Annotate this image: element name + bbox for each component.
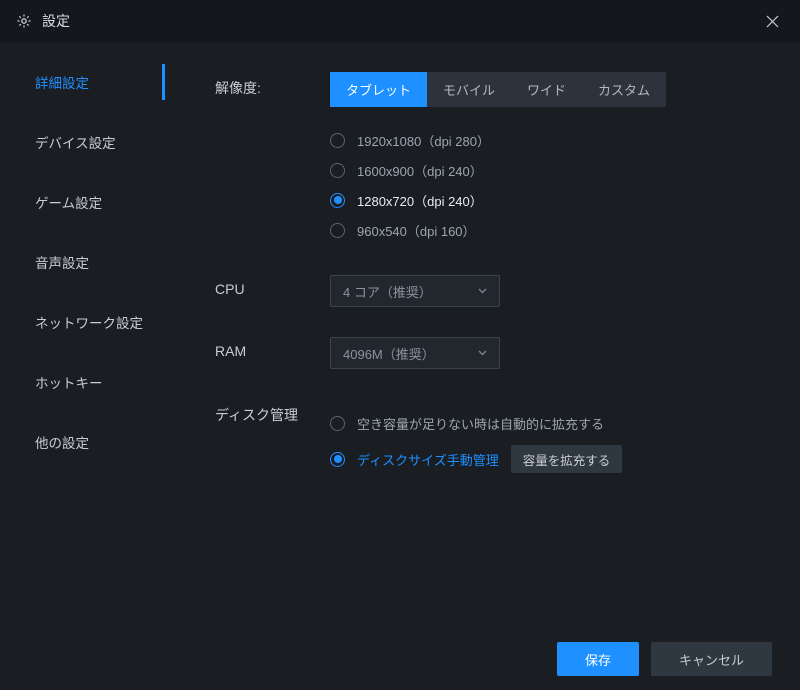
disk-options: 空き容量が足りない時は自動的に拡充するディスクサイズ手動管理容量を拡充する [330,405,780,477]
resolution-tabs: タブレットモバイルワイドカスタム [330,72,666,107]
resolution-option-2[interactable]: 1280x720（dpi 240） [330,185,780,215]
chevron-down-icon [477,286,487,296]
disk-label: ディスク管理 [215,399,330,477]
close-button[interactable] [760,9,784,33]
cpu-label: CPU [215,275,330,307]
sidebar-item-label: ホットキー [35,372,103,392]
sidebar-item-5[interactable]: ホットキー [0,352,165,412]
radio-label: 空き容量が足りない時は自動的に拡充する [357,414,604,433]
cpu-select[interactable]: 4 コア（推奨） [330,275,500,307]
footer: 保存 キャンセル [0,628,800,690]
resolution-tab-3[interactable]: カスタム [582,72,666,107]
resolution-option-1[interactable]: 1600x900（dpi 240） [330,155,780,185]
gear-icon [16,13,32,29]
radio-label: ディスクサイズ手動管理 [357,450,499,469]
sidebar-item-label: ゲーム設定 [35,192,102,212]
main-panel: 解像度: タブレットモバイルワイドカスタム 1920x1080（dpi 280）… [165,42,800,628]
ram-select[interactable]: 4096M（推奨） [330,337,500,369]
sidebar-item-label: デバイス設定 [35,132,116,152]
resolution-tab-1[interactable]: モバイル [427,72,511,107]
radio-icon [330,193,345,208]
radio-label: 1280x720（dpi 240） [357,191,483,210]
sidebar-item-label: 他の設定 [35,432,89,452]
sidebar-item-1[interactable]: デバイス設定 [0,112,165,172]
expand-disk-button[interactable]: 容量を拡充する [511,445,623,473]
save-button[interactable]: 保存 [557,642,639,676]
chevron-down-icon [477,348,487,358]
titlebar: 設定 [0,0,800,42]
sidebar-item-0[interactable]: 詳細設定 [0,52,165,112]
sidebar-item-label: ネットワーク設定 [35,312,143,332]
resolution-tab-2[interactable]: ワイド [511,72,582,107]
cancel-button[interactable]: キャンセル [651,642,772,676]
radio-icon [330,133,345,148]
radio-icon [330,452,345,467]
resolution-options: 1920x1080（dpi 280） 1600x900（dpi 240） 1280x… [330,125,780,245]
resolution-option-0[interactable]: 1920x1080（dpi 280） [330,125,780,155]
ram-select-value: 4096M（推奨） [343,344,435,363]
disk-option-1[interactable]: ディスクサイズ手動管理容量を拡充する [330,441,780,477]
radio-label: 1600x900（dpi 240） [357,161,483,180]
radio-icon [330,163,345,178]
radio-icon [330,223,345,238]
sidebar-item-label: 音声設定 [35,252,89,272]
resolution-tab-0[interactable]: タブレット [330,72,427,107]
radio-icon [330,416,345,431]
radio-label: 960x540（dpi 160） [357,221,476,240]
sidebar-item-label: 詳細設定 [35,72,89,92]
sidebar-item-6[interactable]: 他の設定 [0,412,165,472]
sidebar-item-3[interactable]: 音声設定 [0,232,165,292]
resolution-option-3[interactable]: 960x540（dpi 160） [330,215,780,245]
cpu-select-value: 4 コア（推奨） [343,282,432,301]
resolution-label: 解像度: [215,72,330,245]
sidebar-item-4[interactable]: ネットワーク設定 [0,292,165,352]
ram-label: RAM [215,337,330,369]
window-title: 設定 [42,11,760,31]
radio-label: 1920x1080（dpi 280） [357,131,490,150]
disk-option-0[interactable]: 空き容量が足りない時は自動的に拡充する [330,405,780,441]
sidebar: 詳細設定デバイス設定ゲーム設定音声設定ネットワーク設定ホットキー他の設定 [0,42,165,628]
sidebar-item-2[interactable]: ゲーム設定 [0,172,165,232]
